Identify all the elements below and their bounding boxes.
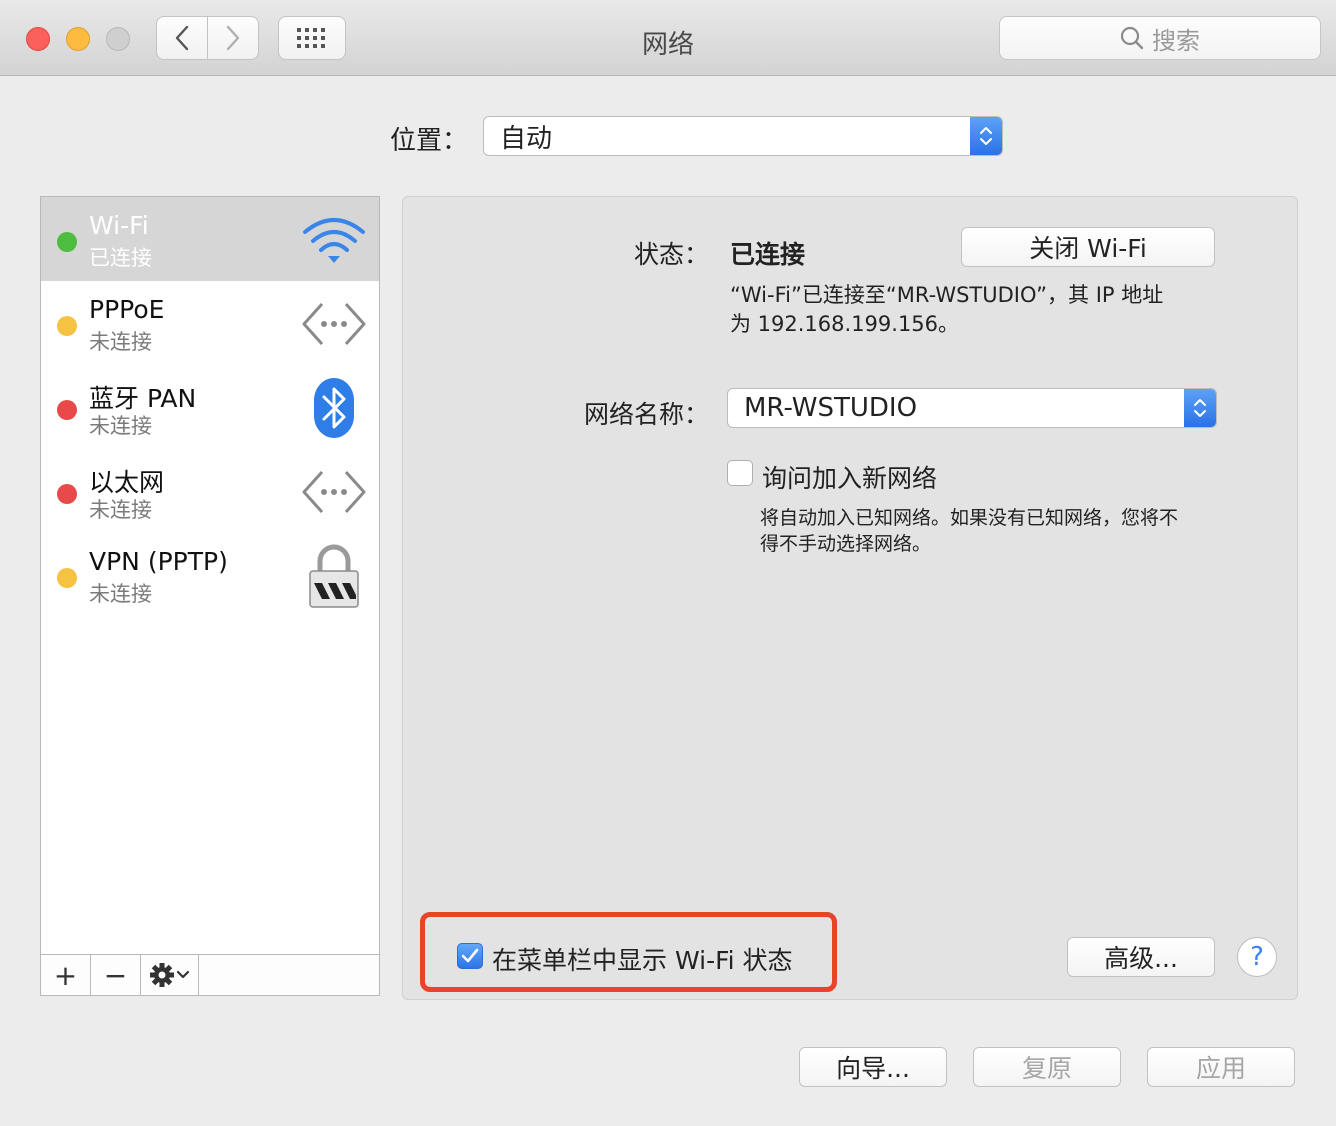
service-item-pppoe[interactable]: PPPoE 未连接: [41, 281, 379, 365]
ask-join-description-line2: 得不手动选择网络。: [760, 533, 932, 555]
network-name-popup[interactable]: MR-WSTUDIO: [727, 388, 1217, 428]
service-status: 未连接: [89, 330, 152, 354]
service-list-footer: + −: [41, 954, 379, 995]
status-dot: [57, 232, 77, 252]
service-list: Wi-Fi 已连接 PPPoE 未连接 蓝牙 PAN 未连接 以太网 未连接 V…: [40, 196, 380, 996]
network-arrows-icon: [299, 461, 369, 523]
highlight-box: [420, 912, 837, 992]
bluetooth-icon: [299, 377, 369, 439]
search-placeholder: 搜索: [1152, 26, 1200, 55]
assistant-button[interactable]: 向导...: [799, 1047, 947, 1087]
ask-join-description-line1: 将自动加入已知网络。如果没有已知网络，您将不: [760, 507, 1179, 529]
network-name-value: MR-WSTUDIO: [744, 393, 918, 423]
service-status: 未连接: [89, 582, 152, 606]
service-name: PPPoE: [89, 295, 165, 324]
advanced-button[interactable]: 高级...: [1067, 937, 1215, 977]
status-description-line1: “Wi-Fi”已连接至“MR-WSTUDIO”，其 IP 地址: [730, 283, 1164, 307]
status-label: 状态：: [634, 240, 710, 269]
status-dot: [57, 316, 77, 336]
network-arrows-icon: [299, 293, 369, 355]
wifi-icon: [299, 209, 369, 271]
ask-join-checkbox[interactable]: [727, 460, 753, 486]
status-value: 已连接: [730, 240, 806, 269]
status-description-line2: 为 192.168.199.156。: [730, 312, 960, 336]
remove-service-button[interactable]: −: [91, 955, 141, 995]
title-bar: 网络 搜索: [0, 0, 1336, 76]
help-button[interactable]: ?: [1237, 937, 1277, 977]
revert-button[interactable]: 复原: [973, 1047, 1121, 1087]
service-item-wifi[interactable]: Wi-Fi 已连接: [41, 197, 379, 281]
location-value: 自动: [500, 123, 553, 154]
action-menu-button[interactable]: [141, 955, 199, 995]
service-item-bluetooth-pan[interactable]: 蓝牙 PAN 未连接: [41, 365, 379, 449]
search-field[interactable]: 搜索: [999, 16, 1321, 60]
service-item-ethernet[interactable]: 以太网 未连接: [41, 449, 379, 533]
status-dot: [57, 484, 77, 504]
popup-arrows-icon: [970, 117, 1002, 155]
location-label: 位置：: [390, 126, 469, 156]
service-name: Wi-Fi: [89, 211, 149, 240]
turn-off-wifi-button[interactable]: 关闭 Wi-Fi: [961, 227, 1215, 267]
add-service-button[interactable]: +: [41, 955, 91, 995]
service-item-vpn[interactable]: VPN (PPTP) 未连接: [41, 533, 379, 617]
status-dot: [57, 568, 77, 588]
location-popup[interactable]: 自动: [483, 116, 1003, 156]
ask-join-label[interactable]: 询问加入新网络: [762, 459, 937, 495]
service-status: 未连接: [89, 414, 152, 438]
service-status: 未连接: [89, 498, 152, 522]
service-status: 已连接: [89, 246, 152, 270]
gear-icon: [149, 963, 189, 987]
vpn-lock-icon: [299, 544, 369, 608]
status-dot: [57, 400, 77, 420]
network-name-label: 网络名称：: [584, 400, 710, 429]
service-name: VPN (PPTP): [89, 547, 228, 576]
search-icon: [1120, 26, 1144, 50]
popup-arrows-icon: [1184, 389, 1216, 427]
apply-button[interactable]: 应用: [1147, 1047, 1295, 1087]
